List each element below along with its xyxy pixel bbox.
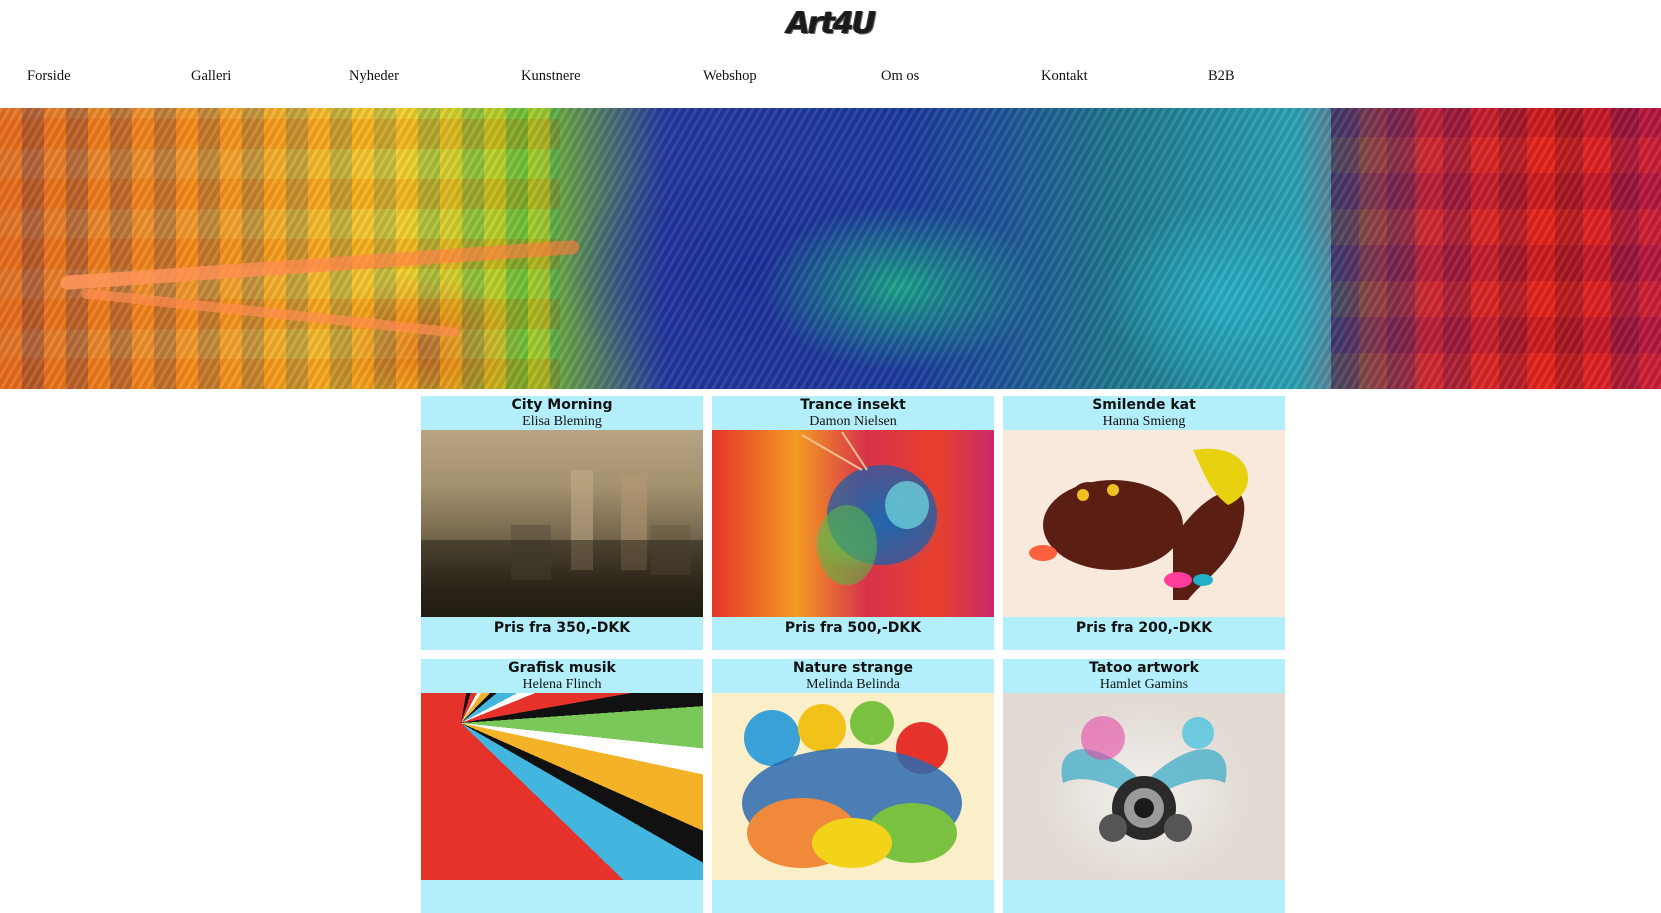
product-image[interactable] <box>1003 693 1285 880</box>
product-title: Trance insekt <box>800 397 906 413</box>
product-card[interactable]: Grafisk musik Helena Flinch <box>421 659 703 913</box>
product-artist: Hanna Smieng <box>1102 414 1186 429</box>
product-artist: Helena Flinch <box>522 677 602 692</box>
product-title: Grafisk musik <box>508 660 616 676</box>
doodle-illustration-image <box>742 701 962 868</box>
product-image[interactable] <box>1003 430 1285 617</box>
nav-om-os[interactable]: Om os <box>881 68 919 85</box>
nav-webshop[interactable]: Webshop <box>703 68 757 85</box>
main-nav: Forside Galleri Nyheder Kunstnere Websho… <box>0 68 1661 90</box>
nav-b2b[interactable]: B2B <box>1208 68 1235 85</box>
nav-kontakt[interactable]: Kontakt <box>1041 68 1088 85</box>
product-price: Pris fra 200,-DKK <box>1075 620 1213 636</box>
product-artist: Melinda Belinda <box>806 677 900 692</box>
product-card[interactable]: City Morning Elisa Bleming Pris fra 350,… <box>421 396 703 650</box>
hero-texture <box>0 108 1661 389</box>
site-logo[interactable]: Art4U <box>0 6 1661 41</box>
product-title: City Morning <box>511 397 613 413</box>
cat-illustration-image <box>1029 448 1249 600</box>
product-image[interactable] <box>421 693 703 880</box>
nav-kunstnere[interactable]: Kunstnere <box>521 68 581 85</box>
nav-forside[interactable]: Forside <box>27 68 71 85</box>
product-grid: City Morning Elisa Bleming Pris fra 350,… <box>421 396 1285 913</box>
product-artist: Damon Nielsen <box>809 414 897 429</box>
product-image[interactable] <box>712 430 994 617</box>
insect-art-image <box>801 431 937 585</box>
hero-banner <box>0 108 1661 389</box>
product-artist: Hamlet Gamins <box>1099 677 1189 692</box>
product-card[interactable]: Trance insekt Damon Nielsen Pris fra 500… <box>712 396 994 650</box>
product-title: Tatoo artwork <box>1089 660 1199 676</box>
product-title: Nature strange <box>793 660 913 676</box>
product-card[interactable]: Smilende kat Hanna Smieng Pris fra 200,-… <box>1003 396 1285 650</box>
product-artist: Elisa Bleming <box>522 414 602 429</box>
product-image[interactable] <box>421 430 703 617</box>
product-price: Pris fra 500,-DKK <box>784 620 922 636</box>
product-title: Smilende kat <box>1092 397 1196 413</box>
nav-galleri[interactable]: Galleri <box>191 68 231 85</box>
nav-nyheder[interactable]: Nyheder <box>349 68 399 85</box>
product-price: Pris fra 350,-DKK <box>493 620 631 636</box>
city-skyline-image <box>421 470 703 617</box>
product-card[interactable]: Tatoo artwork Hamlet Gamins <box>1003 659 1285 913</box>
tattoo-art-image <box>1061 716 1227 842</box>
product-image[interactable] <box>712 693 994 880</box>
product-card[interactable]: Nature strange Melinda Belinda <box>712 659 994 913</box>
